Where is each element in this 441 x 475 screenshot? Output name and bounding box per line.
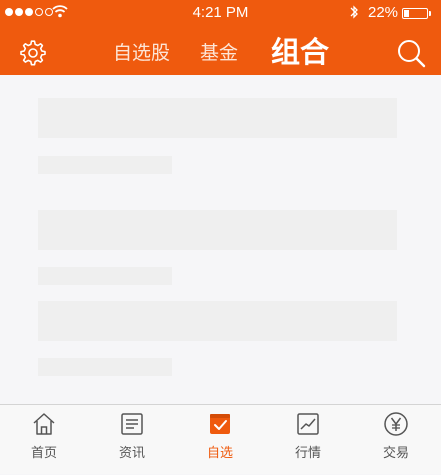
news-icon <box>121 413 143 435</box>
tab-stocks[interactable]: 自选股 <box>113 40 170 66</box>
status-bar: 4:21 PM 22% <box>0 0 441 26</box>
tab-news[interactable]: 资讯 <box>88 405 176 475</box>
tab-home-label: 首页 <box>30 446 57 461</box>
tab-watchlist[interactable]: 自选 <box>176 405 264 475</box>
tab-home[interactable]: 首页 <box>0 405 88 475</box>
yen-trade-icon <box>384 412 408 436</box>
tab-news-label: 资讯 <box>118 446 145 461</box>
battery-percent: 22% <box>368 4 399 21</box>
loading-placeholder-title <box>38 301 397 341</box>
gear-icon[interactable] <box>19 39 47 67</box>
tab-market[interactable]: 行情 <box>264 405 352 475</box>
loading-placeholder-subtitle <box>38 358 172 376</box>
search-icon[interactable] <box>396 38 426 68</box>
battery-nub <box>429 11 431 16</box>
tab-trade[interactable]: 交易 <box>352 405 440 475</box>
home-icon <box>33 413 55 435</box>
market-chart-icon <box>297 413 319 435</box>
loading-placeholder-title <box>38 210 397 250</box>
bottom-tab-bar: 首页 资讯 自选 行情 交易 <box>0 404 441 474</box>
tab-trade-label: 交易 <box>382 446 409 461</box>
bluetooth-icon <box>350 5 358 19</box>
tab-market-label: 行情 <box>294 446 321 461</box>
battery-level-fill <box>404 10 409 17</box>
tab-funds[interactable]: 基金 <box>200 40 238 66</box>
tab-portfolio[interactable]: 组合 <box>271 34 329 70</box>
loading-placeholder-subtitle <box>38 156 172 174</box>
loading-placeholder-title <box>38 98 397 138</box>
battery-icon <box>402 8 431 19</box>
loading-placeholder-subtitle <box>38 267 172 285</box>
watchlist-checkbox-icon <box>210 414 230 434</box>
tab-watchlist-label: 自选 <box>206 446 233 461</box>
top-header: 4:21 PM 22% 自选股 基金 组合 <box>0 0 441 75</box>
